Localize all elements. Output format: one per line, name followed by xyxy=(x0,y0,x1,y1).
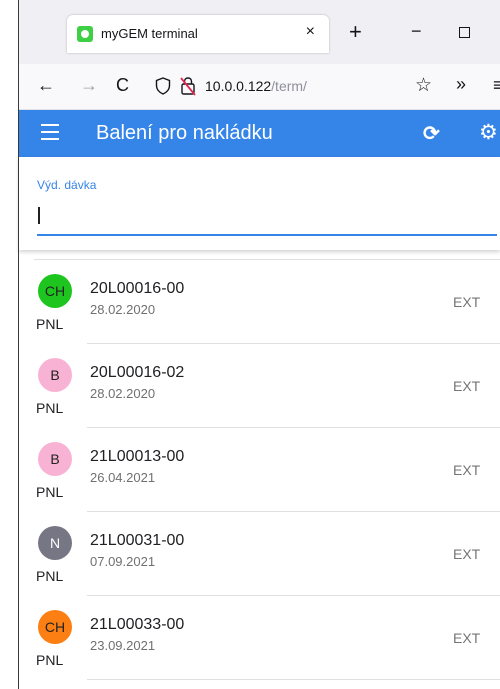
item-ext-tag: EXT xyxy=(453,294,481,310)
list-item[interactable]: CH PNL 21L00033-00 23.09.2021 EXT xyxy=(19,596,500,680)
tab-title: myGEM terminal xyxy=(101,26,198,41)
insecure-lock-icon[interactable] xyxy=(179,76,197,96)
item-code: 20L00016-00 xyxy=(90,280,185,297)
list-item[interactable]: B PNL 21L00013-00 26.04.2021 EXT xyxy=(19,428,500,512)
reload-icon[interactable]: C xyxy=(116,75,129,95)
item-date: 07.09.2021 xyxy=(90,554,156,569)
browser-tab[interactable]: myGEM terminal × xyxy=(67,15,329,53)
item-ext-tag: EXT xyxy=(453,546,481,562)
item-code: 20L00016-02 xyxy=(90,364,185,381)
tab-close-icon[interactable]: × xyxy=(306,23,315,41)
batch-field-label: Výd. dávka xyxy=(37,178,97,192)
url-host: 10.0.0.122 xyxy=(205,78,272,94)
item-date: 28.02.2020 xyxy=(90,386,156,401)
status-badge: N xyxy=(38,526,72,560)
status-badge: CH xyxy=(38,274,72,308)
back-arrow-icon[interactable]: ← xyxy=(37,75,55,95)
browser-tab-strip: myGEM terminal × + − × xyxy=(19,0,500,64)
item-type-label: PNL xyxy=(36,484,64,500)
item-code: 21L00031-00 xyxy=(90,532,185,549)
item-type-label: PNL xyxy=(36,400,64,416)
item-date: 26.04.2021 xyxy=(90,470,156,485)
overflow-chevron-icon[interactable]: » xyxy=(456,74,466,95)
browser-menu-icon[interactable]: ≡ xyxy=(493,75,500,96)
status-badge: B xyxy=(38,442,72,476)
batch-input[interactable] xyxy=(37,202,497,236)
batch-input-card: Výd. dávka xyxy=(19,157,500,250)
row-divider xyxy=(87,679,500,680)
item-code: 21L00013-00 xyxy=(90,448,185,465)
shield-icon[interactable] xyxy=(155,77,171,95)
forward-arrow-icon[interactable]: → xyxy=(80,75,98,95)
window-maximize-icon[interactable] xyxy=(459,27,470,38)
page-title: Balení pro nakládku xyxy=(96,122,273,144)
item-code: 21L00033-00 xyxy=(90,616,185,633)
settings-gear-icon[interactable]: ⚙ xyxy=(479,120,498,145)
browser-nav-bar: ← → C 10.0.0.122/term/ ☆ » ≡ xyxy=(19,64,500,110)
item-type-label: PNL xyxy=(36,568,64,584)
list-item[interactable]: CH PNL 20L00016-00 28.02.2020 EXT xyxy=(19,260,500,344)
list-item[interactable]: B PNL 20L00016-02 28.02.2020 EXT xyxy=(19,344,500,428)
item-ext-tag: EXT xyxy=(453,462,481,478)
item-date: 23.09.2021 xyxy=(90,638,156,653)
url-path: /term/ xyxy=(271,78,307,94)
app-bar: Balení pro nakládku ⟳ ⚙ xyxy=(19,110,500,157)
app-favicon-icon xyxy=(77,26,93,42)
bookmark-star-icon[interactable]: ☆ xyxy=(415,74,432,97)
refresh-icon[interactable]: ⟳ xyxy=(423,121,440,146)
item-ext-tag: EXT xyxy=(453,630,481,646)
item-type-label: PNL xyxy=(36,652,64,668)
status-badge: CH xyxy=(38,610,72,644)
status-badge: B xyxy=(38,358,72,392)
new-tab-icon[interactable]: + xyxy=(349,21,362,43)
window-minimize-icon[interactable]: − xyxy=(411,21,422,42)
package-list: CH PNL 20L00016-00 28.02.2020 EXT B PNL … xyxy=(19,259,500,689)
text-caret xyxy=(38,207,40,224)
item-date: 28.02.2020 xyxy=(90,302,156,317)
item-ext-tag: EXT xyxy=(453,378,481,394)
hamburger-menu-icon[interactable] xyxy=(41,124,59,140)
url-bar[interactable]: 10.0.0.122/term/ xyxy=(205,78,307,94)
list-item[interactable]: N PNL 21L00031-00 07.09.2021 EXT xyxy=(19,512,500,596)
item-type-label: PNL xyxy=(36,316,64,332)
